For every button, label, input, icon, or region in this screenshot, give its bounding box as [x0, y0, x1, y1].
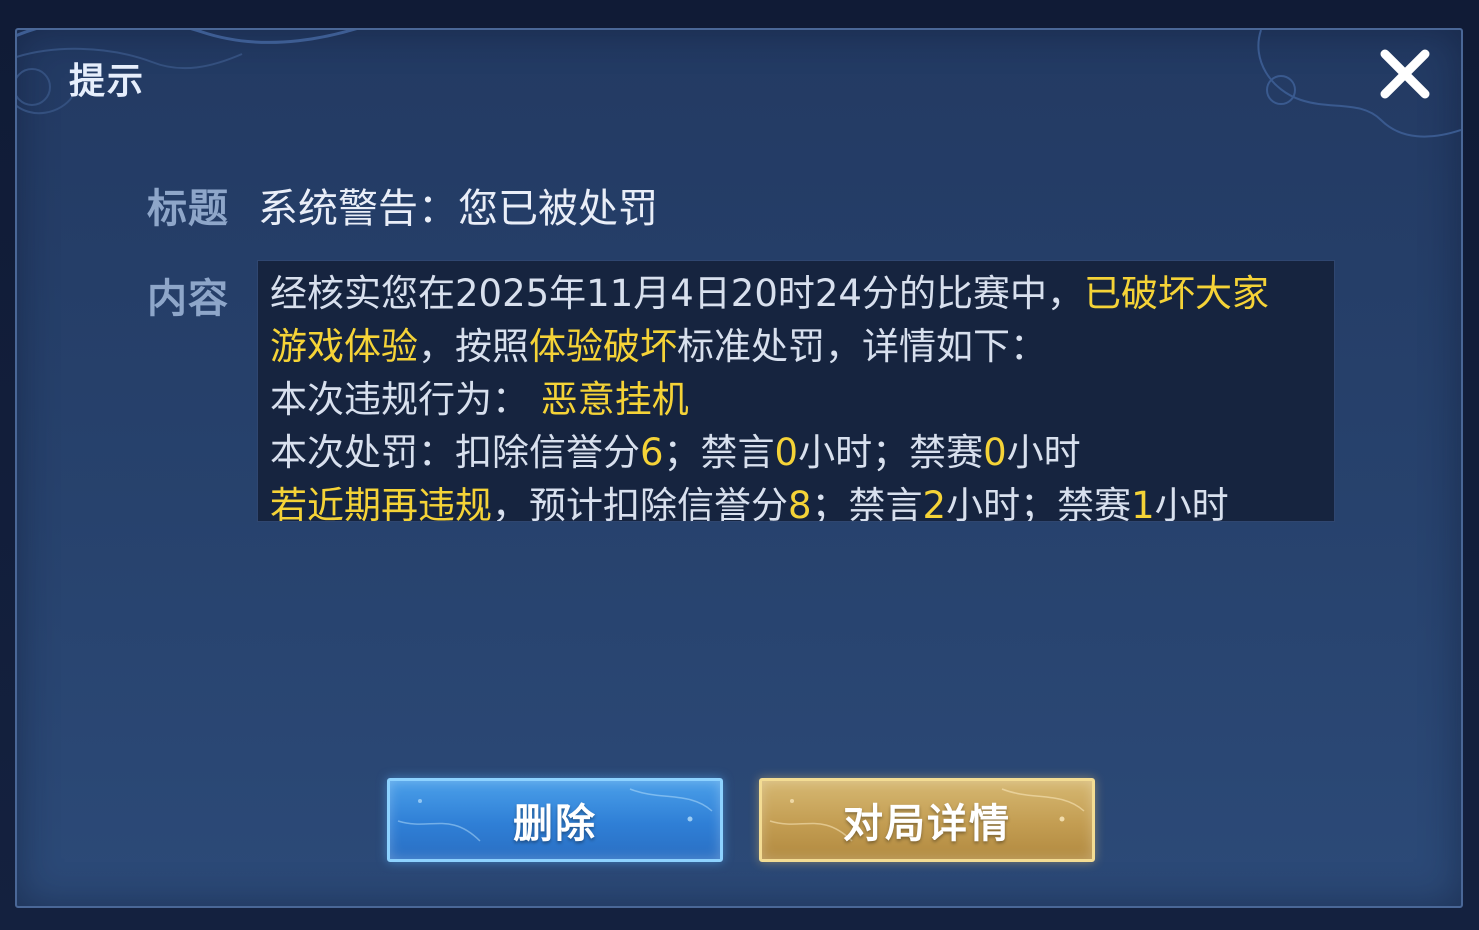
content-line: 游戏体验，按照体验破坏标准处罚，详情如下： — [270, 320, 1322, 373]
delete-button[interactable]: 删除 — [387, 778, 723, 862]
message-content: 经核实您在2025年11月4日20时24分的比赛中，已破坏大家 游戏体验，按照体验… — [270, 267, 1322, 522]
content-text: ；禁言 — [811, 484, 923, 522]
highlighted-text: 恶意挂机 — [529, 378, 689, 421]
close-button[interactable] — [1375, 44, 1435, 104]
close-icon — [1380, 49, 1430, 99]
highlighted-text: 6 — [640, 431, 664, 474]
content-text: 标准处罚，详情如下： — [677, 325, 1047, 368]
match-details-button-label: 对局详情 — [843, 801, 1011, 847]
highlighted-text: 若近期再违规 — [270, 484, 492, 522]
highlighted-text: 0 — [774, 431, 799, 474]
match-details-button[interactable]: 对局详情 — [759, 778, 1095, 862]
highlighted-text: 体验破坏 — [529, 325, 677, 368]
highlighted-text: 0 — [983, 431, 1007, 474]
content-text: 小时 — [1154, 484, 1229, 522]
message-content-box[interactable]: 经核实您在2025年11月4日20时24分的比赛中，已破坏大家 游戏体验，按照体验… — [257, 260, 1335, 522]
content-text: 本次违规行为： — [270, 378, 529, 421]
content-text: ，预计扣除信誉分 — [492, 484, 788, 522]
delete-button-label: 删除 — [513, 801, 597, 847]
dialog-title: 提示 — [69, 61, 146, 102]
highlighted-text: 1 — [1131, 484, 1155, 522]
content-text: 小时；禁赛 — [798, 431, 984, 474]
content-line: 若近期再违规，预计扣除信誉分8；禁言2小时；禁赛1小时 — [270, 479, 1322, 522]
content-text: ，按照 — [418, 325, 529, 368]
highlighted-text: 2 — [922, 484, 947, 522]
highlighted-text: 已破坏大家 — [1083, 272, 1269, 315]
title-label: 标题 — [147, 186, 229, 232]
content-text: 本次处罚：扣除信誉分 — [270, 431, 640, 474]
content-line: 本次违规行为： 恶意挂机 — [270, 373, 1322, 426]
content-line: 本次处罚：扣除信誉分6；禁言0小时；禁赛0小时 — [270, 426, 1322, 479]
content-text: 小时 — [1006, 431, 1081, 474]
highlighted-text: 游戏体验 — [270, 325, 418, 368]
content-line: 经核实您在2025年11月4日20时24分的比赛中，已破坏大家 — [270, 267, 1322, 320]
content-text: 小时；禁赛 — [946, 484, 1132, 522]
penalty-notice-dialog: 提示 标题 系统警告：您已被处罚 内容 经核实您在2025年11月4日20时24… — [15, 28, 1463, 908]
content-text: ；禁言 — [663, 431, 775, 474]
highlighted-text: 8 — [788, 484, 812, 522]
message-title: 系统警告：您已被处罚 — [258, 186, 658, 232]
content-text: 经核实您在2025年11月4日20时24分的比赛中， — [270, 272, 1084, 315]
content-label: 内容 — [147, 276, 229, 322]
